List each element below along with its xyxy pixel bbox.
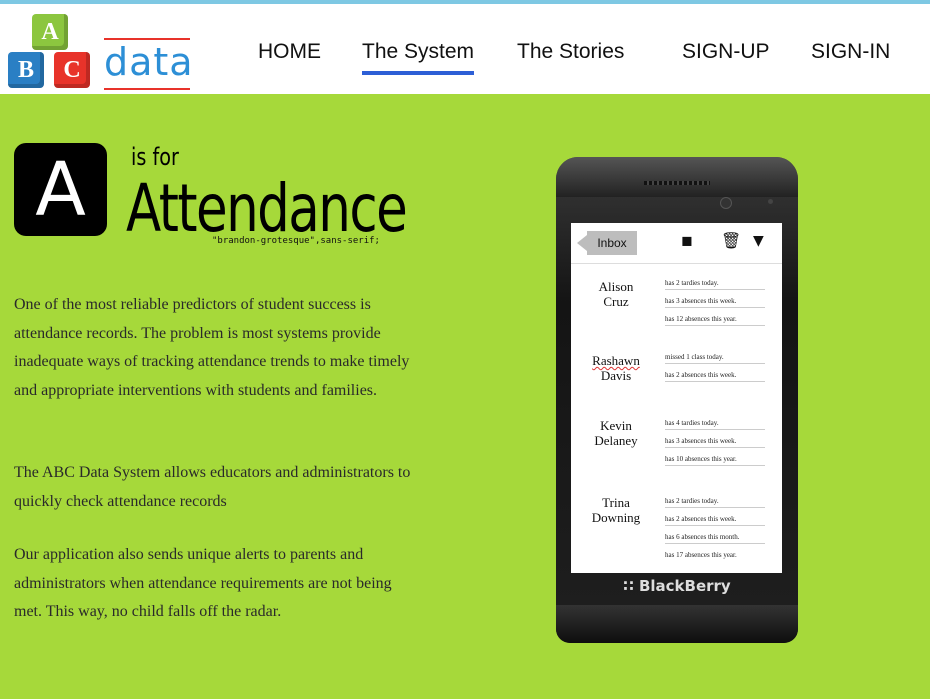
student-name[interactable]: Alison Cruz xyxy=(571,279,661,309)
attendance-alert: has 2 absences this week. xyxy=(665,371,765,382)
student-first-name: Alison xyxy=(598,279,634,294)
student-last-name: Cruz xyxy=(603,294,629,309)
hero-is-for: is for xyxy=(131,143,179,171)
logo-block-a: A xyxy=(32,14,68,50)
student-name[interactable]: Kevin Delaney xyxy=(571,418,661,448)
phone-speaker xyxy=(644,181,710,185)
phone-bottom-bezel xyxy=(556,605,798,643)
attendance-alert: has 3 absences this week. xyxy=(665,437,765,448)
student-last-name: Downing xyxy=(591,510,641,525)
nav-sign-in[interactable]: SIGN-IN xyxy=(811,40,890,64)
phone-camera xyxy=(720,197,732,209)
phone-screen: Inbox ◼ 🗑 ▼ Alison Cruz has 2 tardies to… xyxy=(571,223,782,573)
blackberry-icon: ∷ xyxy=(623,577,634,595)
attendance-alert: has 6 absences this month. xyxy=(665,533,765,544)
blackberry-logo: ∷ BlackBerry xyxy=(556,577,798,595)
student-first-name: Trina xyxy=(602,495,630,510)
attendance-alert: has 17 absences this year. xyxy=(665,551,737,559)
abc-data-logo[interactable]: A B C data xyxy=(8,14,198,94)
site-header: A B C data HOME The System The Stories S… xyxy=(0,4,930,94)
system-paragraph: The ABC Data System allows educators and… xyxy=(14,464,411,510)
student-name[interactable]: Trina Downing xyxy=(571,495,661,525)
phone-sensor xyxy=(768,199,773,204)
inbox-button[interactable]: Inbox xyxy=(577,231,637,255)
logo-block-b: B xyxy=(8,52,44,88)
nav-the-stories[interactable]: The Stories xyxy=(517,40,624,64)
attendance-alert: has 2 absences this week. xyxy=(665,515,765,526)
student-first-name: Rashawn xyxy=(592,353,640,368)
hero-letter-badge: A xyxy=(14,143,107,236)
logo-block-c: C xyxy=(54,52,90,88)
trash-icon[interactable]: 🗑 xyxy=(721,231,741,250)
archive-icon[interactable]: ◼ xyxy=(681,233,693,249)
brand-name: BlackBerry xyxy=(638,577,731,595)
logo-word: data xyxy=(104,40,194,84)
blackberry-phone-mockup: Inbox ◼ 🗑 ▼ Alison Cruz has 2 tardies to… xyxy=(556,157,798,643)
nav-sign-up[interactable]: SIGN-UP xyxy=(682,40,770,64)
attendance-alert: has 12 absences this year. xyxy=(665,315,765,326)
alerts-paragraph: Our application also sends unique alerts… xyxy=(14,546,392,620)
attendance-alert: has 2 tardies today. xyxy=(665,497,765,508)
attendance-alert: has 10 absences this year. xyxy=(665,455,765,466)
toolbar-divider xyxy=(571,263,782,264)
nav-the-system[interactable]: The System xyxy=(362,40,475,75)
student-last-name: Delaney xyxy=(594,433,638,448)
attendance-alert: has 4 tardies today. xyxy=(665,419,765,430)
attendance-alert: has 2 tardies today. xyxy=(665,279,765,290)
student-name[interactable]: Rashawn Davis xyxy=(571,353,661,383)
attendance-alert: missed 1 class today. xyxy=(665,353,765,364)
student-first-name: Kevin xyxy=(600,418,632,433)
attendance-alert: has 3 absences this week. xyxy=(665,297,765,308)
phone-top-bezel xyxy=(556,157,798,197)
font-family-note: "brandon-grotesque",sans-serif; xyxy=(212,236,380,246)
logo-rule-bottom xyxy=(104,88,190,90)
dropdown-arrow-icon[interactable]: ▼ xyxy=(753,233,764,249)
intro-paragraph: One of the most reliable predictors of s… xyxy=(14,296,410,399)
student-last-name: Davis xyxy=(600,368,632,383)
nav-home[interactable]: HOME xyxy=(258,40,321,64)
